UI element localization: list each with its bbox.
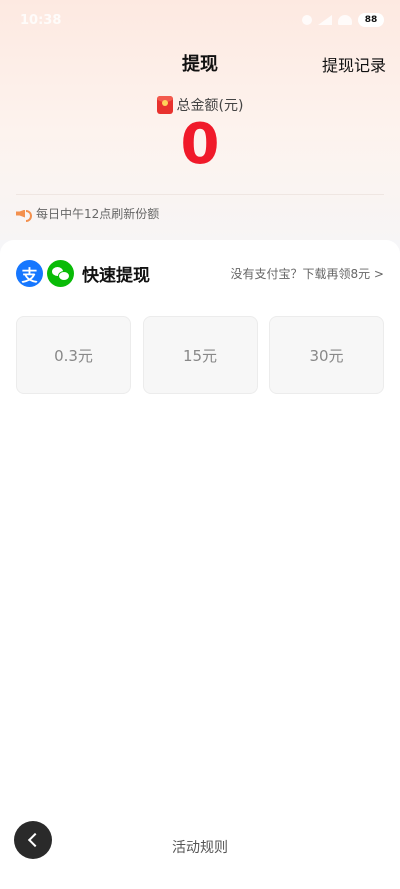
signal-icon	[318, 15, 332, 25]
divider	[16, 194, 384, 195]
amount-options: 0.3元 15元 30元	[16, 316, 384, 394]
quick-withdraw-title: 快速提现	[82, 266, 150, 286]
amount-option-0-3[interactable]: 0.3元	[16, 316, 131, 394]
speaker-icon	[16, 208, 32, 222]
status-time: 10:38	[20, 12, 62, 28]
alipay-icon[interactable]: 支	[16, 260, 43, 287]
notice-text: 每日中午12点刷新份额	[36, 207, 160, 221]
wechat-icon[interactable]	[47, 260, 74, 287]
withdraw-record-button[interactable]: 提现记录	[322, 52, 386, 76]
balance-amount: 0	[180, 112, 220, 177]
status-bar: 10:38 88	[0, 0, 400, 40]
status-icons: 88	[302, 13, 384, 27]
activity-rules-link[interactable]: 活动规则	[0, 837, 400, 857]
refresh-notice: 每日中午12点刷新份额	[16, 205, 159, 222]
amount-option-15[interactable]: 15元	[142, 316, 258, 394]
wifi-icon	[338, 15, 352, 25]
battery-icon: 88	[358, 13, 384, 27]
download-alipay-link[interactable]: 没有支付宝？下载再领8元 >	[230, 265, 384, 282]
withdraw-card: 支 快速提现 没有支付宝？下载再领8元 > 0.3元 15元 30元	[0, 240, 400, 889]
amount-option-30[interactable]: 30元	[269, 316, 384, 394]
quick-withdraw-row: 支 快速提现 没有支付宝？下载再领8元 >	[16, 260, 384, 287]
alarm-icon	[302, 15, 312, 25]
quick-withdraw-title-group: 支 快速提现	[16, 260, 150, 287]
